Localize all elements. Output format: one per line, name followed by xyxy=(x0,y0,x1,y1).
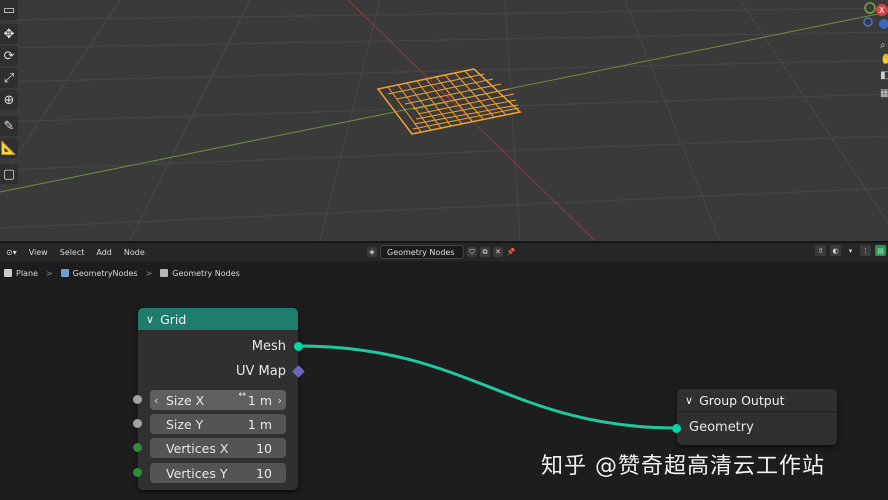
node-tree-browse-icon[interactable]: ◈ xyxy=(367,247,377,257)
scale-icon[interactable]: ⤢ xyxy=(0,68,18,88)
viewport-nav-tools: ⌕ ✋ ◧ ▦ xyxy=(880,40,888,110)
camera-icon[interactable]: ◧ xyxy=(880,70,888,81)
size-y-socket[interactable] xyxy=(133,419,142,428)
navigation-gizmo[interactable]: X xyxy=(852,0,888,30)
increment-arrow-icon[interactable]: › xyxy=(278,394,282,407)
mesh-object-icon xyxy=(4,269,12,277)
vertices-y-socket[interactable] xyxy=(133,468,142,477)
menu-view[interactable]: View xyxy=(23,248,54,257)
add-cube-icon[interactable]: ▢ xyxy=(0,164,18,184)
unlink-close-icon[interactable]: ✕ xyxy=(493,247,503,257)
vertices-x-field[interactable]: Vertices X 10 xyxy=(150,438,286,458)
breadcrumb-separator-icon: > xyxy=(45,268,53,278)
grid-view-icon[interactable]: ▦ xyxy=(880,88,888,99)
pin-icon[interactable]: 📌 xyxy=(506,247,516,257)
menu-add[interactable]: Add xyxy=(90,248,118,257)
toolbar: ▭ ✥ ⟳ ⤢ ⊕ ✎ 📐 ▢ xyxy=(0,0,20,190)
select-box-icon[interactable]: ▭ xyxy=(0,0,18,20)
measure-icon[interactable]: 📐 xyxy=(0,138,18,158)
sidebar-toggle-icon[interactable]: ▤ xyxy=(875,245,886,256)
viewport-grid xyxy=(0,0,888,241)
overlay-icon[interactable]: ◐ xyxy=(830,245,841,256)
parent-node-tree-icon[interactable]: ⇧ xyxy=(815,245,826,256)
header-right-tools: ⇧ ◐ ▾ ⋮ ▤ xyxy=(815,245,886,256)
node-tree-name-field[interactable]: Geometry Nodes xyxy=(380,245,464,259)
size-x-field[interactable]: ‹ Size X ↔ 1 m › xyxy=(150,390,286,410)
editor-type-icon[interactable]: ⊙▾ xyxy=(0,248,23,257)
vertices-y-field[interactable]: Vertices Y 10 xyxy=(150,463,286,483)
output-mesh-label: Mesh xyxy=(251,339,286,354)
drag-handle-icon: ↔ xyxy=(238,390,246,400)
breadcrumb-modifier[interactable]: GeometryNodes xyxy=(73,269,138,278)
svg-text:X: X xyxy=(879,6,885,15)
node-editor-header: ⊙▾ View Select Add Node ◈ Geometry Nodes… xyxy=(0,243,888,261)
breadcrumb-tree[interactable]: Geometry Nodes xyxy=(172,269,239,278)
input-geometry-socket[interactable] xyxy=(672,424,681,433)
grid-node-title: Grid xyxy=(160,311,187,327)
menu-node[interactable]: Node xyxy=(118,248,151,257)
menu-select[interactable]: Select xyxy=(54,248,91,257)
group-output-header[interactable]: ∨ Group Output xyxy=(677,389,837,412)
grid-node[interactable]: ∨ Grid Mesh UV Map ‹ Size X ↔ 1 m › Size… xyxy=(133,308,305,490)
zoom-icon[interactable]: ⌕ xyxy=(880,40,886,51)
selected-plane xyxy=(376,68,522,135)
transform-icon[interactable]: ⊕ xyxy=(0,90,18,110)
fake-user-shield-icon[interactable]: ⛉ xyxy=(467,247,477,257)
group-output-node[interactable]: ∨ Group Output Geometry xyxy=(672,389,837,445)
watermark: 知乎 @赞奇超高清云工作站 xyxy=(541,454,825,479)
annotate-icon[interactable]: ✎ xyxy=(0,116,18,136)
rotate-icon[interactable]: ⟳ xyxy=(0,46,18,66)
decrement-arrow-icon[interactable]: ‹ xyxy=(154,394,158,407)
3d-viewport[interactable]: ▭ ✥ ⟳ ⤢ ⊕ ✎ 📐 ▢ X ⌕ ✋ ◧ ▦ xyxy=(0,0,888,241)
pan-hand-icon[interactable]: ✋ xyxy=(880,54,888,65)
duplicate-icon[interactable]: ⧉ xyxy=(480,247,490,257)
grid-node-header[interactable]: ∨ Grid xyxy=(138,308,298,330)
output-uvmap-label: UV Map xyxy=(236,364,286,379)
breadcrumb-object[interactable]: Plane xyxy=(16,269,38,278)
move-icon[interactable]: ✥ xyxy=(0,24,18,44)
modifier-icon xyxy=(60,269,69,277)
overlay-dropdown-icon[interactable]: ▾ xyxy=(845,245,856,256)
node-tree-selector: ◈ Geometry Nodes ⛉ ⧉ ✕ 📌 xyxy=(367,245,516,259)
output-mesh-socket[interactable] xyxy=(294,342,303,351)
collapse-chevron-icon[interactable]: ∨ xyxy=(685,394,693,407)
group-output-title: Group Output xyxy=(699,392,785,408)
snap-icon[interactable]: ⋮ xyxy=(860,245,871,256)
breadcrumb: Plane > GeometryNodes > Geometry Nodes xyxy=(0,265,240,281)
input-geometry-label: Geometry xyxy=(689,420,754,435)
size-x-socket[interactable] xyxy=(133,395,142,404)
vertices-x-socket[interactable] xyxy=(133,443,142,452)
breadcrumb-separator-icon: > xyxy=(145,268,153,278)
size-y-field[interactable]: Size Y 1 m xyxy=(150,414,286,434)
collapse-chevron-icon[interactable]: ∨ xyxy=(146,313,154,326)
node-tree-icon xyxy=(160,269,169,277)
